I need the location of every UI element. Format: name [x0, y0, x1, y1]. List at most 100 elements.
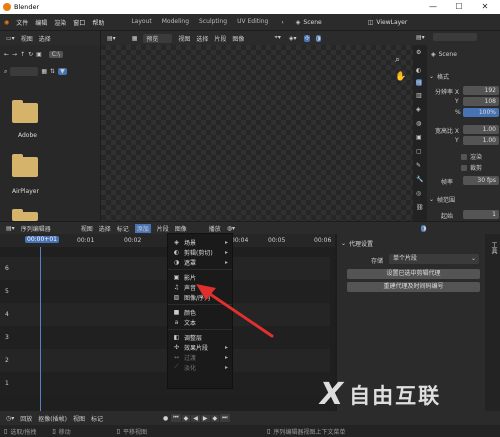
crop-row[interactable]: 裁剪 [461, 163, 482, 172]
seq-menu-select[interactable]: 选择 [99, 224, 111, 233]
tab-modeling[interactable]: Modeling [157, 14, 194, 30]
aspect-x-field[interactable]: 1.00 [463, 125, 499, 134]
file-menu-view[interactable]: 视图 [21, 34, 33, 43]
folder-icon[interactable] [12, 154, 38, 177]
preview-menu-select[interactable]: 选择 [196, 34, 208, 43]
seq-menu-image[interactable]: 图像 [175, 224, 187, 233]
add-movieclip-item[interactable]: ◐ 剪辑(剪切) ▸ [168, 247, 232, 257]
folder-icon[interactable] [12, 100, 38, 123]
view-type-icon[interactable]: ▦ [132, 35, 138, 42]
current-frame-label[interactable]: 00:00+01 [25, 236, 59, 243]
render-region-checkbox[interactable] [461, 153, 467, 160]
seq-menu-add[interactable]: 添加 [134, 223, 151, 233]
pan-hand-icon[interactable]: ✋ [395, 72, 406, 82]
render-tab-icon[interactable]: ◐ [416, 67, 421, 74]
menu-help[interactable]: 帮助 [92, 18, 104, 27]
timeline-menu-keying[interactable]: 抠像(插帧) [38, 414, 67, 423]
preview-mode-dropdown[interactable]: 预览 [143, 33, 173, 43]
filter-icon[interactable]: ▼ [58, 68, 67, 75]
resolution-x-field[interactable]: 192 [463, 86, 499, 95]
add-fade-item[interactable]: ⟋ 淡化 ▸ [168, 362, 232, 372]
folder-label[interactable]: Adobe [18, 132, 37, 139]
modifier-tab-icon[interactable]: ✎ [416, 162, 421, 169]
collection-tab-icon[interactable]: ▣ [416, 134, 422, 141]
resolution-percent-field[interactable]: 100% [463, 108, 499, 117]
folder-label[interactable]: AirPlayer [12, 188, 39, 195]
close-button[interactable]: ✕ [472, 0, 498, 14]
scene-tab-icon[interactable]: ◈ [416, 106, 421, 113]
record-icon[interactable]: ● [163, 415, 168, 422]
search-icon[interactable]: ⌕ [4, 68, 7, 76]
render-region-row[interactable]: 渲染 [461, 152, 482, 161]
object-tab-icon[interactable]: ▢ [416, 148, 422, 155]
menu-render[interactable]: 渲染 [54, 18, 66, 27]
forward-icon[interactable]: → [12, 51, 17, 58]
crop-checkbox[interactable] [461, 164, 467, 171]
sequencer-editor-name[interactable]: 序列编辑器 [21, 224, 51, 233]
tool-tab-icon[interactable]: ⚙ [416, 49, 421, 56]
seq-menu-view[interactable]: 视图 [81, 224, 93, 233]
world-tab-icon[interactable]: ◍ [416, 120, 421, 127]
editor-type-icon[interactable]: ▭▾ [6, 35, 15, 42]
folder-icon[interactable] [12, 209, 38, 221]
resolution-y-field[interactable]: 108 [463, 97, 499, 106]
jump-end-icon[interactable]: ⏭ [220, 414, 230, 422]
sequencer-editor-icon[interactable]: ▤▾ [107, 35, 116, 42]
playhead[interactable] [40, 247, 41, 411]
tab-sculpting[interactable]: Sculpting [194, 14, 232, 30]
seq-overlay-icon[interactable]: ◑ [421, 224, 427, 232]
rebuild-proxy-button[interactable]: 重建代理及时间码编号 [347, 282, 480, 292]
pivot-icon[interactable]: ⌖▾ [274, 34, 280, 42]
proxy-storage-dropdown[interactable]: 单个片段 ⌄ [389, 254, 479, 264]
wrench-tab-icon[interactable]: 🔧 [416, 176, 423, 183]
preview-canvas[interactable] [101, 45, 413, 221]
proportional-icon[interactable]: ◍▾ [227, 225, 235, 232]
tab-uv-editing[interactable]: UV Editing [232, 14, 273, 30]
refresh-icon[interactable]: ↻ [28, 51, 33, 58]
preview-menu-image[interactable]: 图像 [232, 34, 244, 43]
timeline-menu-playback[interactable]: 回放 [20, 414, 32, 423]
properties-search-input[interactable] [432, 33, 477, 41]
file-menu-select[interactable]: 选择 [39, 34, 51, 43]
prev-keyframe-icon[interactable]: ◆ [181, 414, 191, 422]
proxy-panel-header[interactable]: ⌄ 代理设置 [341, 239, 373, 248]
snap-dropdown[interactable]: 播放 [209, 224, 221, 233]
back-icon[interactable]: ← [4, 51, 9, 58]
frame-range-section-header[interactable]: ⌄ 帧范围 [429, 195, 455, 204]
gizmo-toggle-icon[interactable]: ✣ [304, 34, 310, 42]
aspect-y-field[interactable]: 1.00 [463, 136, 499, 145]
seq-menu-marker[interactable]: 标记 [117, 224, 129, 233]
search-input[interactable] [10, 67, 39, 76]
frame-start-field[interactable]: 1 [463, 210, 499, 219]
minimize-button[interactable]: — [420, 0, 446, 14]
add-scene-item[interactable]: ◈ 场景 ▸ [168, 237, 232, 247]
next-keyframe-icon[interactable]: ◆ [210, 414, 220, 422]
seq-menu-strip[interactable]: 片段 [157, 224, 169, 233]
blender-menu-icon[interactable]: ◉ [4, 19, 9, 26]
set-proxy-button[interactable]: 设置已选中剪辑代理 [347, 269, 480, 279]
menu-edit[interactable]: 编辑 [35, 18, 47, 27]
preview-menu-view[interactable]: 视图 [178, 34, 190, 43]
timeline-menu-view[interactable]: 视图 [73, 414, 85, 423]
tool-tab[interactable]: 工具 [489, 242, 498, 254]
sequencer-editor-icon[interactable]: ▤▾ [6, 225, 15, 232]
output-tab-icon[interactable]: ▤ [416, 79, 422, 86]
parent-dir-icon[interactable]: ↑ [20, 51, 25, 58]
workspace-more-icon[interactable]: › [281, 19, 283, 26]
frame-rate-dropdown[interactable]: 30 fps [463, 176, 499, 185]
constraint-tab-icon[interactable]: ⛓ [416, 204, 424, 211]
path-field[interactable]: C:\ [48, 51, 64, 58]
scene-name[interactable]: Scene [303, 19, 321, 26]
zoom-icon[interactable]: ⌕ [395, 55, 400, 65]
menu-file[interactable]: 文件 [16, 18, 28, 27]
jump-start-icon[interactable]: ⏮ [171, 414, 181, 422]
overlay-toggle-icon[interactable]: ◑ [315, 34, 321, 42]
preview-menu-strip[interactable]: 片段 [214, 34, 226, 43]
format-section-header[interactable]: ⌄ 格式 [429, 71, 497, 81]
menu-window[interactable]: 窗口 [73, 18, 85, 27]
sort-icon[interactable]: ⇅ [50, 68, 55, 75]
viewlayer-name[interactable]: ViewLayer [376, 19, 407, 26]
display-mode-icon[interactable]: ▦ [41, 68, 47, 75]
add-mask-item[interactable]: ◑ 遮罩 ▸ [168, 257, 232, 267]
channel-icon[interactable]: ◈▾ [289, 35, 297, 42]
